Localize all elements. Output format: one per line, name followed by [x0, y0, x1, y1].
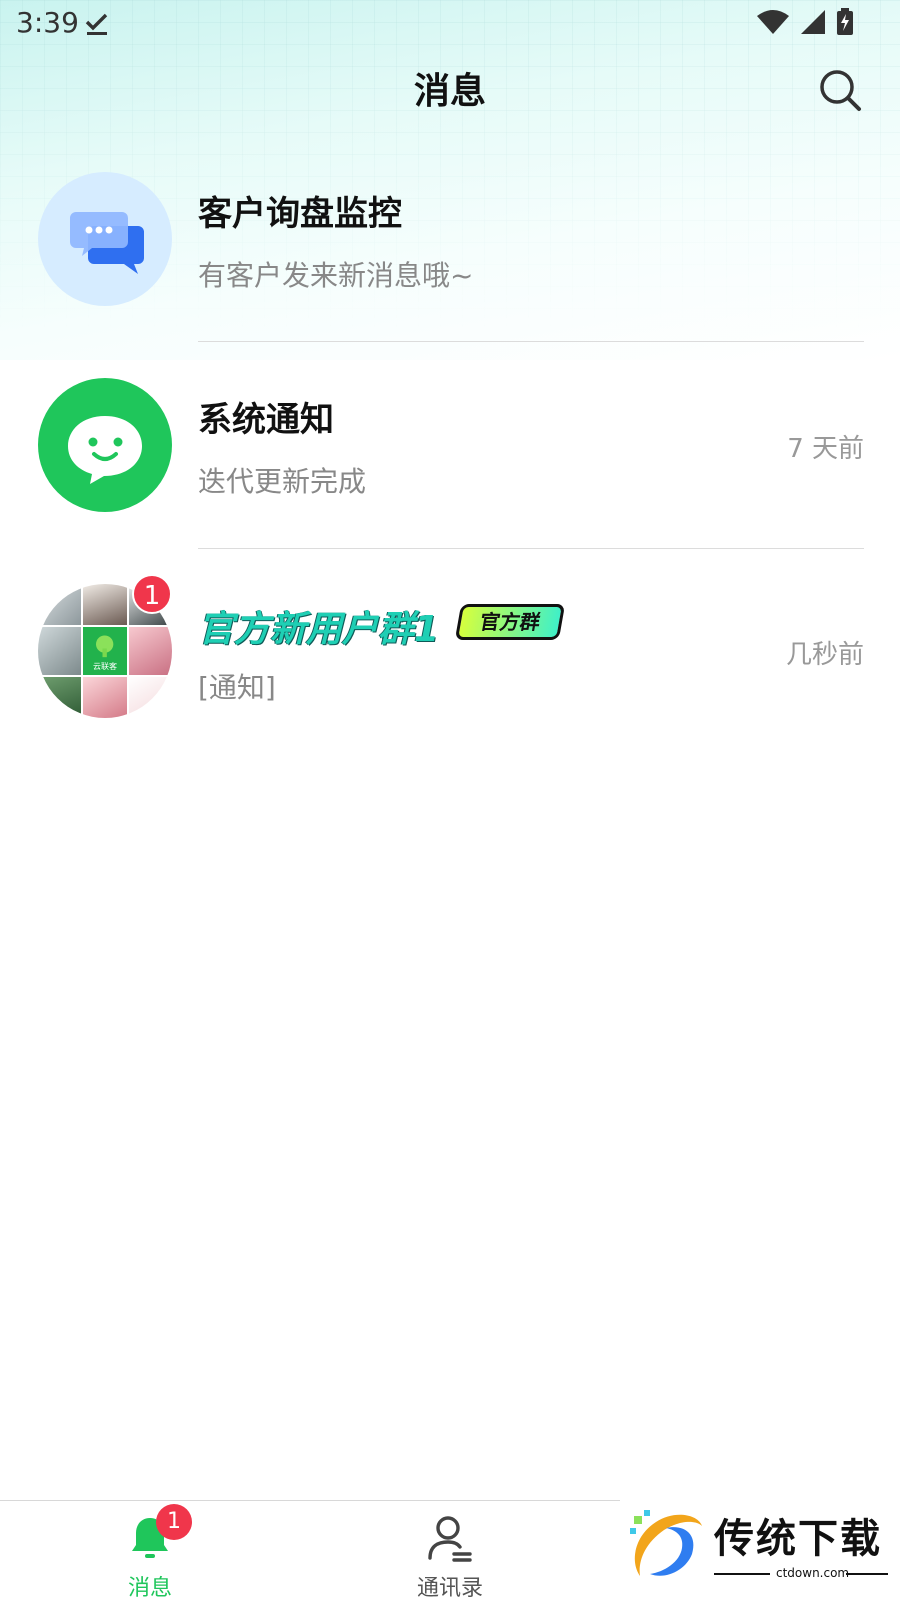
nav-divider — [0, 1500, 620, 1501]
divider — [198, 341, 864, 342]
watermark-rule — [846, 1573, 888, 1575]
watermark-rule — [714, 1573, 770, 1575]
conversation-preview: [通知] — [198, 671, 276, 704]
conversation-title: 官方新用户群1 — [198, 609, 440, 650]
watermark-logo-icon — [630, 1510, 702, 1576]
conversation-title: 系统通知 — [198, 400, 334, 440]
contacts-icon — [428, 1516, 472, 1562]
conversation-preview: 有客户发来新消息哦~ — [198, 259, 474, 292]
page-title: 消息 — [413, 71, 486, 112]
signal-icon — [801, 10, 825, 34]
nav-tab-messages[interactable]: 消息 — [80, 1510, 220, 1601]
divider — [198, 548, 864, 549]
conversation-time: 几秒前 — [785, 640, 864, 670]
nav-unread-badge: 1 — [156, 1504, 192, 1540]
conversation-item-system-notice[interactable]: 系统通知 迭代更新完成 7 天前 — [0, 366, 900, 556]
watermark-text: 传统下载 — [714, 1516, 882, 1562]
nav-tab-contacts[interactable]: 通讯录 — [380, 1510, 520, 1601]
conversation-item-inquiry-monitor[interactable]: 客户询盘监控 有客户发来新消息哦~ — [0, 160, 900, 350]
search-icon[interactable] — [818, 68, 862, 112]
battery-charging-icon — [837, 8, 853, 35]
avatar — [38, 378, 172, 512]
smiley-chat-icon — [68, 416, 142, 484]
nav-label-messages: 消息 — [127, 1576, 172, 1601]
download-done-icon — [85, 13, 108, 35]
wifi-icon — [757, 10, 789, 34]
chat-bubbles-icon — [70, 212, 144, 274]
conversation-time: 7 天前 — [787, 434, 864, 464]
official-group-tag: 官方群 — [454, 604, 566, 640]
conversation-title: 客户询盘监控 — [198, 194, 402, 234]
status-time: 3:39 — [16, 6, 79, 39]
status-bar: 3:39 — [0, 0, 900, 50]
watermark-url: ctdown.com — [776, 1566, 850, 1580]
mosaic-caption: 云联客 — [92, 661, 117, 671]
nav-label-contacts: 通讯录 — [416, 1576, 483, 1601]
conversation-item-official-group[interactable]: 云联客 1 官方新用户群1 [通知] 几秒前 — [0, 572, 900, 762]
unread-badge: 1 — [132, 574, 172, 614]
watermark: 传统下载 ctdown.com — [626, 1504, 888, 1596]
conversation-preview: 迭代更新完成 — [198, 465, 367, 498]
avatar — [38, 172, 172, 306]
